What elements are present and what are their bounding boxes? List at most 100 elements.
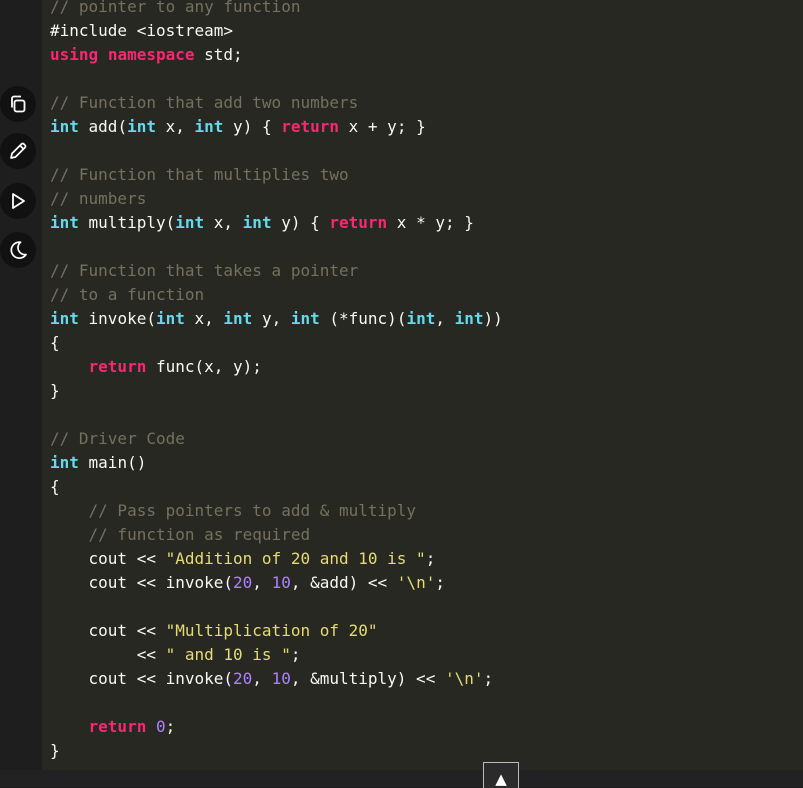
code-line: // to a function	[50, 285, 204, 304]
code-token-type: int	[50, 117, 79, 136]
code-line: int invoke(int x, int y, int (*func)(int…	[50, 309, 503, 328]
code-token-plain: x * y; }	[387, 213, 474, 232]
code-token-number: 10	[271, 573, 291, 592]
code-token-number: 20	[233, 669, 253, 688]
edit-button[interactable]	[0, 133, 36, 169]
code-token-plain: cout << invoke(	[50, 573, 234, 592]
code-token-keyword: return	[88, 357, 147, 376]
code-line: int multiply(int x, int y) { return x * …	[50, 213, 474, 232]
code-token-type: int	[155, 309, 185, 328]
code-token-type: int	[50, 453, 79, 472]
code-token-string: "Addition of 20 and 10 is "	[165, 549, 426, 568]
code-token-type: int	[127, 117, 156, 136]
code-token-number: 0	[155, 717, 166, 736]
code-token-number: 20	[233, 573, 253, 592]
code-token-keyword: return	[281, 117, 340, 136]
code-token-plain: ,	[435, 309, 455, 328]
play-icon	[12, 193, 25, 209]
code-token-plain: invoke(	[78, 309, 156, 328]
code-line: {	[50, 333, 60, 352]
code-line: // Function that multiplies two	[50, 165, 349, 184]
code-token-comment: // pointer to any function	[50, 0, 301, 16]
code-token-plain: x,	[184, 309, 224, 328]
code-token-comment: // Function that add two numbers	[50, 93, 359, 112]
code-token-plain: <<	[50, 645, 166, 664]
code-token-comment: // numbers	[50, 189, 147, 208]
code-token-plain: cout <<	[50, 549, 166, 568]
code-token-plain: func(x, y);	[146, 357, 262, 376]
code-token-type: int	[194, 117, 224, 136]
code-line: using namespace std;	[50, 45, 243, 64]
code-token-plain: {	[50, 477, 60, 496]
code-token-string: "Multiplication of 20"	[165, 621, 378, 640]
code-token-type: int	[175, 213, 205, 232]
code-line: {	[50, 477, 60, 496]
code-line: // Driver Code	[50, 429, 185, 448]
code-token-plain: }	[50, 381, 60, 400]
code-line: cout << "Addition of 20 and 10 is ";	[50, 549, 436, 568]
code-token-keyword: namespace	[107, 45, 195, 64]
code-token-string: '\n'	[396, 573, 436, 592]
code-token-plain: cout << invoke(	[50, 669, 234, 688]
code-line: cout << invoke(20, 10, &add) << '\n';	[50, 573, 445, 592]
code-line: // pointer to any function	[50, 0, 300, 16]
code-line: // Function that takes a pointer	[50, 261, 358, 280]
code-token-plain: ;	[435, 573, 445, 592]
code-token-type: int	[290, 309, 320, 328]
code-line: // Pass pointers to add & multiply	[50, 501, 417, 520]
code-line: int add(int x, int y) { return x + y; }	[50, 117, 426, 136]
code-line: cout << "Multiplication of 20"	[50, 621, 378, 640]
code-token-keyword: return	[329, 213, 388, 232]
code-line: return func(x, y);	[50, 357, 262, 376]
code-token-keyword: using	[50, 45, 99, 64]
code-token-plain: ,	[252, 573, 272, 592]
code-line: // Function that add two numbers	[50, 93, 358, 112]
code-token-plain: , &multiply) <<	[290, 669, 445, 688]
code-block[interactable]: // pointer to any function #include <ios…	[50, 0, 503, 763]
code-token-plain: ;	[165, 717, 176, 736]
code-token-comment: // Function that takes a pointer	[50, 261, 359, 280]
copy-button[interactable]	[0, 86, 36, 122]
code-token-plain: add(	[78, 117, 128, 136]
code-token-keyword: return	[88, 717, 147, 736]
code-token-type: int	[454, 309, 484, 328]
code-token-plain: y) {	[223, 117, 282, 136]
code-token-plain: multiply(	[78, 213, 176, 232]
code-token-type: int	[406, 309, 436, 328]
code-token-comment: // Function that multiplies two	[50, 165, 349, 184]
code-token-plain: x + y; }	[339, 117, 426, 136]
code-line: }	[50, 741, 60, 760]
scroll-to-top-button[interactable]: ▲	[483, 762, 519, 788]
code-token-type: int	[223, 309, 253, 328]
theme-toggle-button[interactable]	[0, 232, 36, 268]
code-line: // numbers	[50, 189, 146, 208]
code-token-number: 10	[271, 669, 291, 688]
moon-icon	[10, 241, 27, 259]
code-token-plain: ,	[252, 669, 272, 688]
code-line: }	[50, 381, 60, 400]
code-token-plain: {	[50, 333, 60, 352]
code-token-type: int	[242, 213, 272, 232]
code-token-plain: ;	[425, 549, 436, 568]
run-button[interactable]	[0, 183, 36, 219]
bottom-strip	[0, 770, 803, 787]
code-token-plain: ;	[483, 669, 494, 688]
pencil-icon	[10, 142, 27, 159]
code-token-type: int	[50, 309, 79, 328]
code-token-plain: x,	[155, 117, 195, 136]
code-token-plain: std;	[194, 45, 243, 64]
arrow-up-icon: ▲	[495, 770, 507, 788]
code-token-comment: // Driver Code	[50, 429, 185, 448]
code-line: cout << invoke(20, 10, &multiply) << '\n…	[50, 669, 494, 688]
code-token-plain: main()	[78, 453, 147, 472]
code-token-plain: x,	[204, 213, 243, 232]
code-token-string: " and 10 is "	[165, 645, 291, 664]
code-token-plain: cout <<	[50, 621, 166, 640]
code-line: << " and 10 is ";	[50, 645, 301, 664]
code-token-comment: // function as required	[50, 525, 311, 544]
copy-icon	[11, 95, 26, 113]
code-line: #include <iostream>	[50, 21, 233, 40]
